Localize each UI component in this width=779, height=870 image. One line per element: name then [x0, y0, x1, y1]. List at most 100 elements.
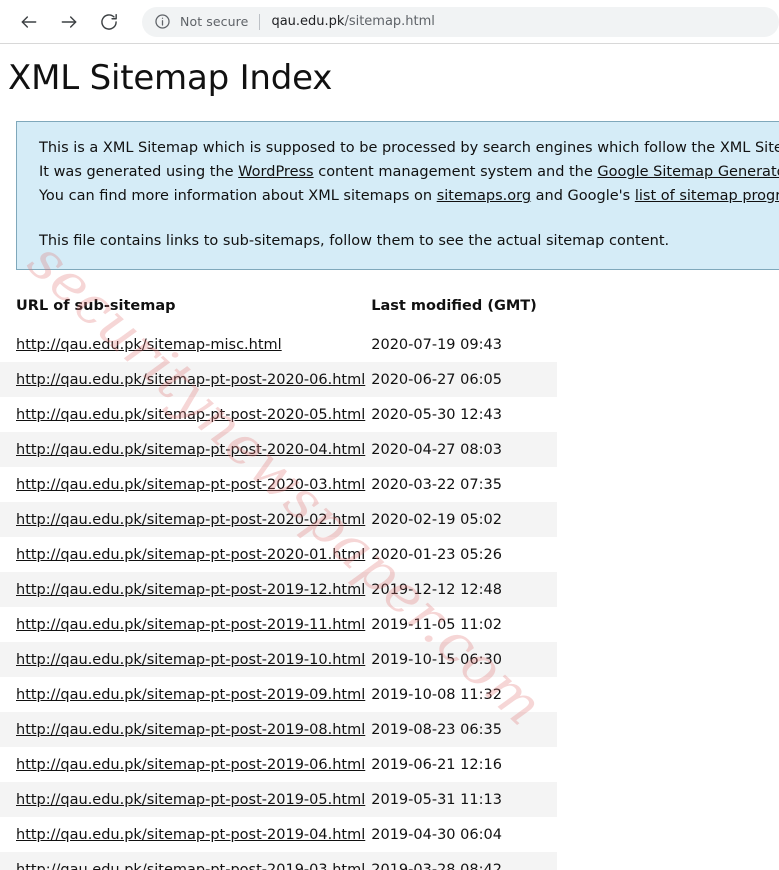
table-row: http://qau.edu.pk/sitemap-pt-post-2020-0…: [0, 537, 557, 572]
table-row: http://qau.edu.pk/sitemap-pt-post-2019-0…: [0, 852, 557, 870]
table-header-row: URL of sub-sitemap Last modified (GMT): [0, 292, 557, 327]
not-secure-label: Not secure: [180, 14, 249, 29]
omnibox-divider: [259, 13, 261, 30]
sub-sitemap-link[interactable]: http://qau.edu.pk/sitemap-pt-post-2020-0…: [16, 512, 365, 528]
sub-sitemap-url-cell: http://qau.edu.pk/sitemap-pt-post-2019-0…: [0, 747, 365, 782]
forward-button[interactable]: [54, 7, 84, 37]
sub-sitemap-link[interactable]: http://qau.edu.pk/sitemap-pt-post-2019-0…: [16, 792, 365, 808]
sub-sitemap-link[interactable]: http://qau.edu.pk/sitemap-pt-post-2020-0…: [16, 547, 365, 563]
notice-line-3: You can find more information about XML …: [39, 184, 779, 208]
column-header-last-modified: Last modified (GMT): [371, 298, 537, 314]
page-content: securitynewspaper.com XML Sitemap Index …: [0, 44, 779, 870]
wordpress-link[interactable]: WordPress: [238, 164, 313, 180]
sub-sitemap-url-cell: http://qau.edu.pk/sitemap-pt-post-2020-0…: [0, 502, 365, 537]
sub-sitemap-url-cell: http://qau.edu.pk/sitemap-pt-post-2019-0…: [0, 782, 365, 817]
reload-button[interactable]: [94, 7, 124, 37]
table-row: http://qau.edu.pk/sitemap-pt-post-2019-1…: [0, 607, 557, 642]
google-sitemap-generator-plugin-link[interactable]: Google Sitemap Generator Plugin: [597, 164, 779, 180]
back-arrow-icon: [19, 12, 39, 32]
sub-sitemap-link[interactable]: http://qau.edu.pk/sitemap-pt-post-2019-1…: [16, 652, 365, 668]
notice-line-3-text-b: and Google's: [531, 188, 635, 204]
last-modified-cell: 2020-01-23 05:26: [371, 546, 502, 563]
table-row: http://qau.edu.pk/sitemap-pt-post-2019-0…: [0, 782, 557, 817]
sub-sitemap-link[interactable]: http://qau.edu.pk/sitemap-pt-post-2020-0…: [16, 442, 365, 458]
table-row: http://qau.edu.pk/sitemap-pt-post-2019-0…: [0, 747, 557, 782]
last-modified-cell: 2019-06-21 12:16: [371, 756, 502, 773]
sub-sitemap-url-cell: http://qau.edu.pk/sitemap-pt-post-2020-0…: [0, 397, 365, 432]
sub-sitemap-url-cell: http://qau.edu.pk/sitemap-pt-post-2019-1…: [0, 572, 365, 607]
back-button[interactable]: [14, 7, 44, 37]
last-modified-cell: 2020-06-27 06:05: [371, 371, 502, 388]
table-row: http://qau.edu.pk/sitemap-pt-post-2019-1…: [0, 642, 557, 677]
url-path: /sitemap.html: [344, 14, 435, 29]
sub-sitemap-url-cell: http://qau.edu.pk/sitemap-pt-post-2019-0…: [0, 817, 365, 852]
table-row: http://qau.edu.pk/sitemap-pt-post-2020-0…: [0, 467, 557, 502]
sub-sitemap-link[interactable]: http://qau.edu.pk/sitemap-misc.html: [16, 337, 282, 353]
sub-sitemap-url-cell: http://qau.edu.pk/sitemap-pt-post-2019-0…: [0, 712, 365, 747]
last-modified-cell: 2019-03-28 08:42: [371, 861, 502, 870]
table-row: http://qau.edu.pk/sitemap-pt-post-2019-1…: [0, 572, 557, 607]
table-row: http://qau.edu.pk/sitemap-pt-post-2020-0…: [0, 362, 557, 397]
sub-sitemap-link[interactable]: http://qau.edu.pk/sitemap-pt-post-2020-0…: [16, 407, 365, 423]
notice-line-2-text-b: content management system and the: [313, 164, 598, 180]
sub-sitemap-url-cell: http://qau.edu.pk/sitemap-pt-post-2019-0…: [0, 677, 365, 712]
notice-line-4: This file contains links to sub-sitemaps…: [39, 233, 670, 249]
sitemap-table-head: URL of sub-sitemap Last modified (GMT): [0, 292, 557, 327]
sub-sitemap-link[interactable]: http://qau.edu.pk/sitemap-pt-post-2019-0…: [16, 687, 365, 703]
sub-sitemap-link[interactable]: http://qau.edu.pk/sitemap-pt-post-2019-0…: [16, 827, 365, 843]
notice-line-1-text-a: This is a XML Sitemap which is supposed …: [39, 140, 779, 156]
browser-toolbar: Not secure qau.edu.pk/sitemap.html: [0, 0, 779, 44]
sub-sitemap-link[interactable]: http://qau.edu.pk/sitemap-pt-post-2019-0…: [16, 722, 365, 738]
last-modified-cell: 2020-04-27 08:03: [371, 441, 502, 458]
table-row: http://qau.edu.pk/sitemap-pt-post-2019-0…: [0, 677, 557, 712]
sub-sitemap-url-cell: http://qau.edu.pk/sitemap-pt-post-2019-0…: [0, 852, 365, 870]
table-row: http://qau.edu.pk/sitemap-misc.html 2020-…: [0, 327, 557, 362]
sub-sitemap-url-cell: http://qau.edu.pk/sitemap-pt-post-2020-0…: [0, 537, 365, 572]
last-modified-cell: 2020-07-19 09:43: [371, 336, 502, 353]
list-of-sitemap-programs-link[interactable]: list of sitemap programs: [635, 188, 779, 204]
sub-sitemap-link[interactable]: http://qau.edu.pk/sitemap-pt-post-2020-0…: [16, 477, 365, 493]
last-modified-cell: 2019-11-05 11:02: [371, 616, 502, 633]
table-row: http://qau.edu.pk/sitemap-pt-post-2019-0…: [0, 712, 557, 747]
table-row: http://qau.edu.pk/sitemap-pt-post-2020-0…: [0, 397, 557, 432]
url-text[interactable]: qau.edu.pk/sitemap.html: [271, 14, 435, 29]
sitemap-table-body: http://qau.edu.pk/sitemap-misc.html 2020-…: [0, 327, 557, 870]
last-modified-cell: 2019-04-30 06:04: [371, 826, 502, 843]
notice-line-2-text-a: It was generated using the: [39, 164, 239, 180]
last-modified-cell: 2019-08-23 06:35: [371, 721, 502, 738]
last-modified-cell: 2020-05-30 12:43: [371, 406, 502, 423]
address-bar[interactable]: Not secure qau.edu.pk/sitemap.html: [142, 6, 779, 37]
sub-sitemap-url-cell: http://qau.edu.pk/sitemap-pt-post-2019-1…: [0, 607, 365, 642]
url-host: qau.edu.pk: [271, 14, 345, 29]
sub-sitemap-link[interactable]: http://qau.edu.pk/sitemap-pt-post-2019-0…: [16, 757, 365, 773]
sub-sitemap-url-cell: http://qau.edu.pk/sitemap-pt-post-2020-0…: [0, 467, 365, 502]
last-modified-cell: 2019-12-12 12:48: [371, 581, 502, 598]
last-modified-cell: 2020-03-22 07:35: [371, 476, 502, 493]
last-modified-cell: 2019-05-31 11:13: [371, 791, 502, 808]
sitemaps-org-link[interactable]: sitemaps.org: [437, 188, 531, 204]
notice-line-2: It was generated using the WordPress con…: [39, 160, 779, 184]
table-row: http://qau.edu.pk/sitemap-pt-post-2020-0…: [0, 432, 557, 467]
sub-sitemap-link[interactable]: http://qau.edu.pk/sitemap-pt-post-2019-0…: [16, 862, 365, 870]
sub-sitemap-url-cell: http://qau.edu.pk/sitemap-misc.html: [0, 327, 365, 362]
sitemap-notice-box: This is a XML Sitemap which is supposed …: [16, 121, 779, 270]
sub-sitemap-url-cell: http://qau.edu.pk/sitemap-pt-post-2020-0…: [0, 362, 365, 397]
sub-sitemap-link[interactable]: http://qau.edu.pk/sitemap-pt-post-2020-0…: [16, 372, 365, 388]
last-modified-cell: 2019-10-15 06:30: [371, 651, 502, 668]
table-row: http://qau.edu.pk/sitemap-pt-post-2019-0…: [0, 817, 557, 852]
sitemap-table: URL of sub-sitemap Last modified (GMT) h…: [0, 292, 557, 870]
sub-sitemap-link[interactable]: http://qau.edu.pk/sitemap-pt-post-2019-1…: [16, 582, 365, 598]
info-circle-icon[interactable]: [154, 13, 171, 30]
notice-line-1: This is a XML Sitemap which is supposed …: [39, 136, 779, 160]
forward-arrow-icon: [59, 12, 79, 32]
table-row: http://qau.edu.pk/sitemap-pt-post-2020-0…: [0, 502, 557, 537]
reload-icon: [99, 12, 119, 32]
column-header-url: URL of sub-sitemap: [16, 298, 176, 314]
sub-sitemap-url-cell: http://qau.edu.pk/sitemap-pt-post-2019-1…: [0, 642, 365, 677]
sub-sitemap-link[interactable]: http://qau.edu.pk/sitemap-pt-post-2019-1…: [16, 617, 365, 633]
last-modified-cell: 2019-10-08 11:32: [371, 686, 502, 703]
last-modified-cell: 2020-02-19 05:02: [371, 511, 502, 528]
sub-sitemap-url-cell: http://qau.edu.pk/sitemap-pt-post-2020-0…: [0, 432, 365, 467]
page-title: XML Sitemap Index: [8, 58, 333, 98]
notice-line-3-text-a: You can find more information about XML …: [39, 188, 437, 204]
